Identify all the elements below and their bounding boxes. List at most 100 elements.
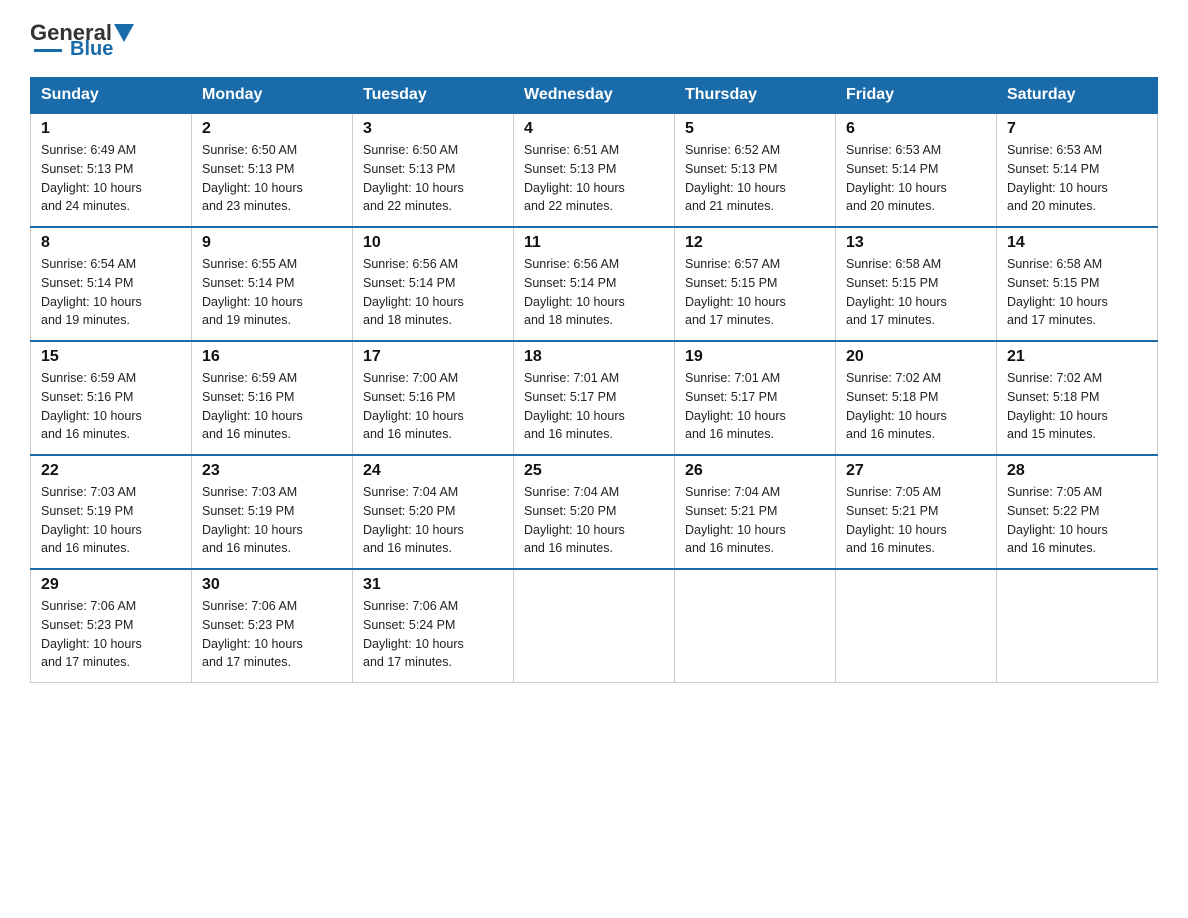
calendar-day-cell: 9 Sunrise: 6:55 AMSunset: 5:14 PMDayligh… — [192, 227, 353, 341]
day-number: 2 — [202, 120, 342, 138]
calendar-day-cell — [675, 569, 836, 683]
day-number: 9 — [202, 234, 342, 252]
day-info: Sunrise: 6:49 AMSunset: 5:13 PMDaylight:… — [41, 143, 142, 213]
day-number: 17 — [363, 348, 503, 366]
day-info: Sunrise: 6:51 AMSunset: 5:13 PMDaylight:… — [524, 143, 625, 213]
calendar-week-row: 8 Sunrise: 6:54 AMSunset: 5:14 PMDayligh… — [31, 227, 1158, 341]
calendar-day-cell: 8 Sunrise: 6:54 AMSunset: 5:14 PMDayligh… — [31, 227, 192, 341]
calendar-day-cell: 22 Sunrise: 7:03 AMSunset: 5:19 PMDaylig… — [31, 455, 192, 569]
day-number: 8 — [41, 234, 181, 252]
calendar-day-cell: 16 Sunrise: 6:59 AMSunset: 5:16 PMDaylig… — [192, 341, 353, 455]
calendar-day-cell: 29 Sunrise: 7:06 AMSunset: 5:23 PMDaylig… — [31, 569, 192, 683]
calendar-day-cell: 26 Sunrise: 7:04 AMSunset: 5:21 PMDaylig… — [675, 455, 836, 569]
calendar-day-cell: 24 Sunrise: 7:04 AMSunset: 5:20 PMDaylig… — [353, 455, 514, 569]
day-number: 23 — [202, 462, 342, 480]
day-info: Sunrise: 7:06 AMSunset: 5:24 PMDaylight:… — [363, 599, 464, 669]
calendar-day-cell: 30 Sunrise: 7:06 AMSunset: 5:23 PMDaylig… — [192, 569, 353, 683]
day-info: Sunrise: 7:03 AMSunset: 5:19 PMDaylight:… — [202, 485, 303, 555]
calendar-day-cell: 6 Sunrise: 6:53 AMSunset: 5:14 PMDayligh… — [836, 113, 997, 227]
day-info: Sunrise: 6:56 AMSunset: 5:14 PMDaylight:… — [363, 257, 464, 327]
day-info: Sunrise: 6:58 AMSunset: 5:15 PMDaylight:… — [846, 257, 947, 327]
calendar-day-cell: 25 Sunrise: 7:04 AMSunset: 5:20 PMDaylig… — [514, 455, 675, 569]
calendar-day-cell: 10 Sunrise: 6:56 AMSunset: 5:14 PMDaylig… — [353, 227, 514, 341]
calendar-day-cell: 19 Sunrise: 7:01 AMSunset: 5:17 PMDaylig… — [675, 341, 836, 455]
day-info: Sunrise: 7:00 AMSunset: 5:16 PMDaylight:… — [363, 371, 464, 441]
day-number: 31 — [363, 576, 503, 594]
day-info: Sunrise: 7:04 AMSunset: 5:21 PMDaylight:… — [685, 485, 786, 555]
day-info: Sunrise: 7:06 AMSunset: 5:23 PMDaylight:… — [41, 599, 142, 669]
calendar-day-cell: 20 Sunrise: 7:02 AMSunset: 5:18 PMDaylig… — [836, 341, 997, 455]
weekday-header-wednesday: Wednesday — [514, 78, 675, 114]
day-number: 26 — [685, 462, 825, 480]
logo: General Blue — [30, 20, 136, 61]
day-number: 29 — [41, 576, 181, 594]
calendar-day-cell: 17 Sunrise: 7:00 AMSunset: 5:16 PMDaylig… — [353, 341, 514, 455]
day-info: Sunrise: 6:54 AMSunset: 5:14 PMDaylight:… — [41, 257, 142, 327]
calendar-week-row: 22 Sunrise: 7:03 AMSunset: 5:19 PMDaylig… — [31, 455, 1158, 569]
logo-blue-text: Blue — [66, 38, 113, 61]
day-number: 30 — [202, 576, 342, 594]
day-number: 19 — [685, 348, 825, 366]
calendar-day-cell: 31 Sunrise: 7:06 AMSunset: 5:24 PMDaylig… — [353, 569, 514, 683]
weekday-header-thursday: Thursday — [675, 78, 836, 114]
calendar-week-row: 1 Sunrise: 6:49 AMSunset: 5:13 PMDayligh… — [31, 113, 1158, 227]
day-info: Sunrise: 7:04 AMSunset: 5:20 PMDaylight:… — [363, 485, 464, 555]
day-number: 11 — [524, 234, 664, 252]
day-number: 12 — [685, 234, 825, 252]
calendar-day-cell — [514, 569, 675, 683]
day-info: Sunrise: 6:50 AMSunset: 5:13 PMDaylight:… — [202, 143, 303, 213]
calendar-day-cell: 28 Sunrise: 7:05 AMSunset: 5:22 PMDaylig… — [997, 455, 1158, 569]
day-info: Sunrise: 6:56 AMSunset: 5:14 PMDaylight:… — [524, 257, 625, 327]
day-info: Sunrise: 6:55 AMSunset: 5:14 PMDaylight:… — [202, 257, 303, 327]
day-number: 15 — [41, 348, 181, 366]
day-number: 22 — [41, 462, 181, 480]
day-info: Sunrise: 7:04 AMSunset: 5:20 PMDaylight:… — [524, 485, 625, 555]
day-number: 14 — [1007, 234, 1147, 252]
calendar-day-cell: 11 Sunrise: 6:56 AMSunset: 5:14 PMDaylig… — [514, 227, 675, 341]
day-number: 1 — [41, 120, 181, 138]
calendar-day-cell: 18 Sunrise: 7:01 AMSunset: 5:17 PMDaylig… — [514, 341, 675, 455]
day-info: Sunrise: 6:52 AMSunset: 5:13 PMDaylight:… — [685, 143, 786, 213]
calendar-day-cell: 15 Sunrise: 6:59 AMSunset: 5:16 PMDaylig… — [31, 341, 192, 455]
day-info: Sunrise: 6:58 AMSunset: 5:15 PMDaylight:… — [1007, 257, 1108, 327]
calendar-day-cell: 21 Sunrise: 7:02 AMSunset: 5:18 PMDaylig… — [997, 341, 1158, 455]
calendar-day-cell: 7 Sunrise: 6:53 AMSunset: 5:14 PMDayligh… — [997, 113, 1158, 227]
day-info: Sunrise: 7:02 AMSunset: 5:18 PMDaylight:… — [846, 371, 947, 441]
calendar-day-cell — [997, 569, 1158, 683]
weekday-header-tuesday: Tuesday — [353, 78, 514, 114]
day-info: Sunrise: 7:02 AMSunset: 5:18 PMDaylight:… — [1007, 371, 1108, 441]
day-info: Sunrise: 6:50 AMSunset: 5:13 PMDaylight:… — [363, 143, 464, 213]
weekday-header-monday: Monday — [192, 78, 353, 114]
day-info: Sunrise: 7:01 AMSunset: 5:17 PMDaylight:… — [685, 371, 786, 441]
day-info: Sunrise: 6:53 AMSunset: 5:14 PMDaylight:… — [846, 143, 947, 213]
day-number: 28 — [1007, 462, 1147, 480]
calendar-day-cell: 27 Sunrise: 7:05 AMSunset: 5:21 PMDaylig… — [836, 455, 997, 569]
day-info: Sunrise: 7:01 AMSunset: 5:17 PMDaylight:… — [524, 371, 625, 441]
calendar-day-cell: 3 Sunrise: 6:50 AMSunset: 5:13 PMDayligh… — [353, 113, 514, 227]
day-number: 10 — [363, 234, 503, 252]
day-info: Sunrise: 6:57 AMSunset: 5:15 PMDaylight:… — [685, 257, 786, 327]
day-number: 3 — [363, 120, 503, 138]
day-info: Sunrise: 7:03 AMSunset: 5:19 PMDaylight:… — [41, 485, 142, 555]
weekday-header-row: SundayMondayTuesdayWednesdayThursdayFrid… — [31, 78, 1158, 114]
day-number: 18 — [524, 348, 664, 366]
day-number: 27 — [846, 462, 986, 480]
day-info: Sunrise: 6:59 AMSunset: 5:16 PMDaylight:… — [202, 371, 303, 441]
day-number: 5 — [685, 120, 825, 138]
day-number: 21 — [1007, 348, 1147, 366]
day-info: Sunrise: 7:05 AMSunset: 5:21 PMDaylight:… — [846, 485, 947, 555]
page-header: General Blue — [30, 20, 1158, 61]
calendar-day-cell: 5 Sunrise: 6:52 AMSunset: 5:13 PMDayligh… — [675, 113, 836, 227]
calendar-day-cell: 14 Sunrise: 6:58 AMSunset: 5:15 PMDaylig… — [997, 227, 1158, 341]
day-info: Sunrise: 6:59 AMSunset: 5:16 PMDaylight:… — [41, 371, 142, 441]
calendar-week-row: 29 Sunrise: 7:06 AMSunset: 5:23 PMDaylig… — [31, 569, 1158, 683]
day-number: 16 — [202, 348, 342, 366]
day-number: 4 — [524, 120, 664, 138]
day-number: 7 — [1007, 120, 1147, 138]
day-info: Sunrise: 6:53 AMSunset: 5:14 PMDaylight:… — [1007, 143, 1108, 213]
calendar-day-cell: 4 Sunrise: 6:51 AMSunset: 5:13 PMDayligh… — [514, 113, 675, 227]
weekday-header-sunday: Sunday — [31, 78, 192, 114]
calendar-day-cell: 23 Sunrise: 7:03 AMSunset: 5:19 PMDaylig… — [192, 455, 353, 569]
calendar-week-row: 15 Sunrise: 6:59 AMSunset: 5:16 PMDaylig… — [31, 341, 1158, 455]
weekday-header-friday: Friday — [836, 78, 997, 114]
